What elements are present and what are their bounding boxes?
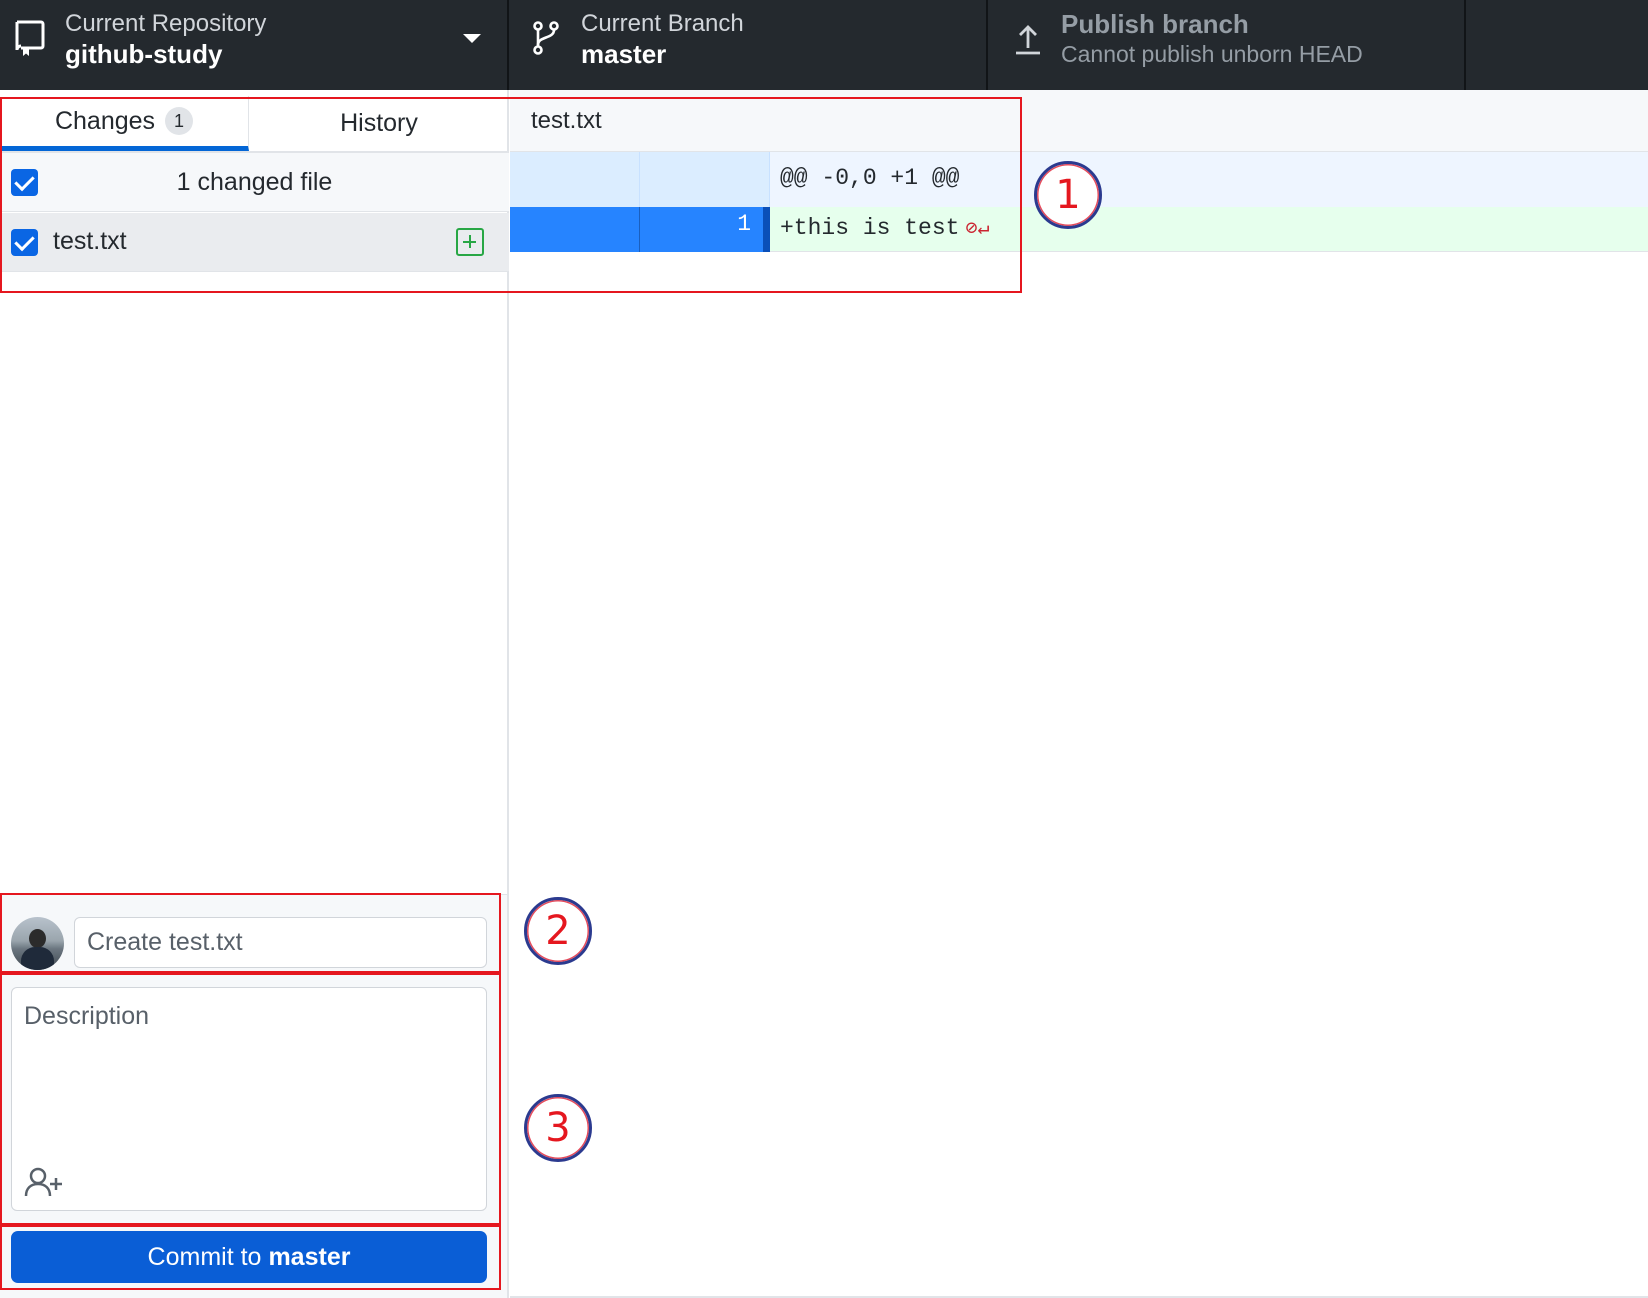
- commit-description-box: [11, 987, 487, 1211]
- old-line-gutter: [510, 207, 640, 252]
- file-list-item[interactable]: test.txt: [0, 213, 509, 272]
- publish-branch-subtitle: Cannot publish unborn HEAD: [1061, 41, 1363, 67]
- added-line-text: +this is test: [780, 215, 960, 241]
- upload-icon: [1016, 25, 1040, 55]
- changed-files-count: 1 changed file: [176, 167, 333, 196]
- toolbar: Current Repository github-study Current …: [0, 0, 1648, 90]
- commit-summary-input[interactable]: [74, 917, 487, 968]
- tab-history-label: History: [340, 109, 418, 137]
- no-newline-icon: ⊘↵: [965, 218, 990, 241]
- changes-sidebar: Changes 1 History 1 changed file test.tx…: [0, 90, 509, 1298]
- file-include-checkbox[interactable]: [11, 229, 38, 256]
- diff-file-header: test.txt: [510, 90, 1648, 152]
- commit-message-area: Commit to master: [0, 894, 507, 1298]
- hunk-header-text: @@ -0,0 +1 @@: [780, 165, 960, 191]
- file-added-icon: [456, 228, 484, 256]
- current-branch-name: master: [581, 39, 667, 69]
- tab-changes[interactable]: Changes 1: [0, 96, 249, 151]
- annotation-marker-1: 1: [1034, 161, 1102, 229]
- select-all-checkbox[interactable]: [11, 169, 38, 196]
- publish-branch-button[interactable]: Publish branch Cannot publish unborn HEA…: [988, 0, 1466, 90]
- commit-button-prefix: Commit to: [147, 1242, 262, 1271]
- commit-button-branch: master: [268, 1242, 351, 1271]
- new-line-gutter: [640, 152, 770, 207]
- diff-panel: test.txt @@ -0,0 +1 @@ 1 +this is test ⊘↵: [510, 90, 1648, 1298]
- current-repository-title: Current Repository: [65, 10, 267, 37]
- changed-files-header: 1 changed file: [0, 153, 509, 212]
- commit-description-input[interactable]: [12, 988, 486, 1148]
- new-line-gutter[interactable]: 1: [640, 207, 770, 252]
- branch-icon: [533, 21, 559, 55]
- current-branch-button[interactable]: Current Branch master: [509, 0, 988, 90]
- commit-button[interactable]: Commit to master: [11, 1231, 487, 1283]
- changes-count-badge: 1: [165, 107, 194, 135]
- repo-icon: [15, 20, 45, 56]
- annotation-marker-2: 2: [524, 897, 592, 965]
- current-repository-button[interactable]: Current Repository github-study: [0, 0, 509, 90]
- file-name: test.txt: [53, 227, 127, 255]
- current-repository-name: github-study: [65, 39, 223, 69]
- sidebar-tabs: Changes 1 History: [0, 96, 509, 153]
- current-branch-title: Current Branch: [581, 10, 744, 37]
- add-coauthor-icon[interactable]: [24, 1166, 64, 1198]
- avatar: [11, 917, 64, 970]
- diff-file-name: test.txt: [531, 106, 602, 134]
- old-line-gutter: [510, 152, 640, 207]
- tab-history[interactable]: History: [249, 96, 509, 151]
- publish-branch-title: Publish branch: [1061, 9, 1249, 39]
- tab-changes-label: Changes: [54, 106, 156, 135]
- chevron-down-icon: [463, 34, 481, 43]
- annotation-marker-3: 3: [524, 1094, 592, 1162]
- diff-line-content: +this is test ⊘↵: [780, 215, 990, 241]
- new-line-number: 1: [737, 211, 751, 237]
